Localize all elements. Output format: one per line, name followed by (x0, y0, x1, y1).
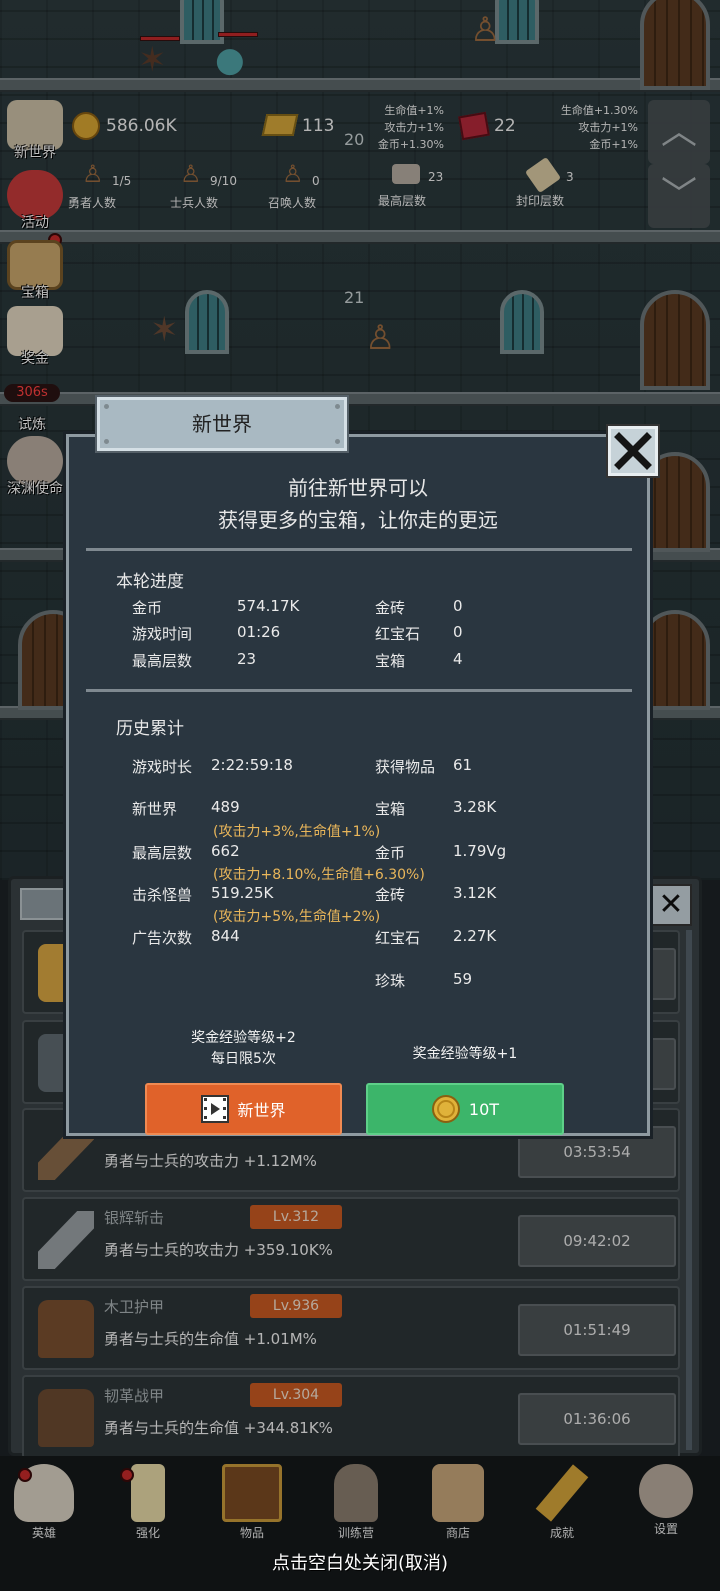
round-time-value: 01:26 (237, 623, 281, 641)
round-chest-label: 宝箱 (375, 652, 406, 670)
history-items-value: 61 (453, 756, 473, 774)
coin-cost-label: 10T (468, 1099, 500, 1119)
round-ruby-value: 0 (453, 623, 463, 641)
history-title: 历史累计 (116, 719, 184, 739)
history-kills-label: 击杀怪兽 (132, 886, 193, 904)
kills-bonus: (攻击力+5%,生命值+2%) (213, 909, 381, 925)
daily-limit-note: 每日限5次 (211, 1051, 276, 1067)
history-kills-value: 519.25K (211, 884, 274, 902)
history-ruby-value: 2.27K (453, 927, 497, 945)
round-ruby-label: 红宝石 (375, 625, 421, 643)
dialog-title-tab: 新世界 (97, 397, 347, 451)
history-newworld-label: 新世界 (132, 800, 178, 818)
history-pearl-value: 59 (453, 970, 473, 988)
history-items-label: 获得物品 (375, 758, 436, 776)
maxfloor-bonus: (攻击力+8.10%,生命值+6.30%) (213, 867, 425, 883)
watch-video-new-world-button[interactable]: 新世界 (145, 1083, 342, 1135)
round-goldbar-label: 金砖 (375, 599, 406, 617)
divider (86, 548, 632, 551)
round-maxfloor-value: 23 (237, 650, 257, 668)
rivet (104, 404, 109, 409)
round-chest-value: 4 (453, 650, 463, 668)
round-maxfloor-label: 最高层数 (132, 652, 193, 670)
history-chest-label: 宝箱 (375, 800, 406, 818)
watch-video-label: 新世界 (237, 1101, 286, 1120)
history-goldbar-value: 3.12K (453, 884, 497, 902)
history-gold-value: 1.79Vg (453, 842, 507, 860)
history-duration-value: 2:22:59:18 (211, 756, 293, 774)
history-newworld-value: 489 (211, 798, 240, 816)
dialog-close-button[interactable] (608, 426, 658, 476)
round-progress-title: 本轮进度 (116, 572, 184, 592)
newworld-bonus: (攻击力+3%,生命值+1%) (213, 824, 381, 840)
close-icon (614, 432, 652, 470)
history-pearl-label: 珍珠 (375, 972, 406, 990)
round-gold-label: 金币 (132, 599, 163, 617)
rivet (335, 439, 340, 444)
dialog-title: 新世界 (192, 412, 252, 436)
history-ads-value: 844 (211, 927, 240, 945)
history-maxfloor-label: 最高层数 (132, 844, 193, 862)
dialog-intro-line1: 前往新世界可以 (288, 476, 428, 500)
tap-to-close-hint[interactable]: 点击空白处关闭(取消) (0, 1549, 720, 1575)
video-bonus-note: 奖金经验等级+2 (191, 1030, 296, 1046)
dialog-intro-line2: 获得更多的宝箱，让你走的更远 (218, 508, 498, 532)
round-gold-value: 574.17K (237, 597, 300, 615)
history-ads-label: 广告次数 (132, 929, 193, 947)
round-goldbar-value: 0 (453, 597, 463, 615)
coin-bonus-note: 奖金经验等级+1 (412, 1046, 518, 1062)
history-maxfloor-value: 662 (211, 842, 240, 860)
history-chest-value: 3.28K (453, 798, 497, 816)
gold-coin-icon (431, 1095, 460, 1123)
history-goldbar-label: 金砖 (375, 886, 406, 904)
divider (86, 689, 632, 692)
history-ruby-label: 红宝石 (375, 929, 421, 947)
video-icon (201, 1095, 230, 1123)
rivet (335, 404, 340, 409)
history-duration-label: 游戏时长 (132, 758, 193, 776)
pay-coin-new-world-button[interactable]: 10T (366, 1083, 564, 1135)
rivet (104, 439, 109, 444)
round-time-label: 游戏时间 (132, 625, 193, 643)
history-gold-label: 金币 (375, 844, 406, 862)
